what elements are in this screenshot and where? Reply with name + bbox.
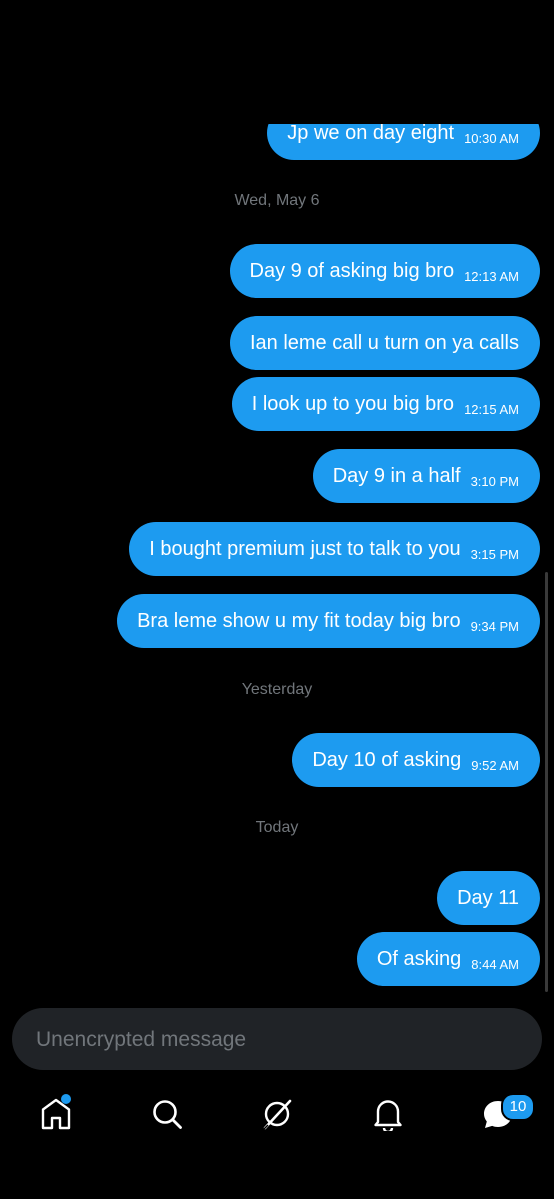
- cellular-dots: [405, 43, 433, 47]
- back-arrow-icon[interactable]: [14, 84, 42, 112]
- grok-icon[interactable]: [260, 1097, 294, 1131]
- message-bubble[interactable]: Day 9 in a half 3:10 PM: [312, 449, 540, 503]
- date-separator: Today: [255, 819, 299, 836]
- message-bubble[interactable]: I look up to you big bro 12:15 AM: [231, 377, 540, 431]
- message-bubble[interactable]: I bought premium just to talk to you 3:1…: [129, 522, 540, 576]
- notifications-icon[interactable]: [372, 1097, 404, 1131]
- message-bubble[interactable]: Ian leme call u turn on ya calls: [229, 316, 540, 370]
- contact-name[interactable]: Ian Connor: [133, 76, 239, 99]
- message-bubble[interactable]: Jp we on day eight 10:30 AM: [267, 106, 540, 160]
- message-text: Jp we on day eight: [287, 121, 455, 144]
- battery-icon: [477, 26, 516, 48]
- message-text: Day 10 of asking: [312, 748, 462, 771]
- sleep-focus-icon: [113, 30, 135, 45]
- messages-count-badge: 10: [501, 1093, 535, 1121]
- message-text: Ian leme call u turn on ya calls: [249, 331, 519, 354]
- message-time: 9:52 AM: [471, 757, 519, 773]
- date-separator: Wed, May 6: [234, 192, 320, 209]
- encryption-status: Unencrypted: [159, 102, 245, 119]
- message-text: Day 11: [457, 886, 519, 909]
- message-text: Day 9 in a half: [332, 464, 461, 487]
- message-time: 12:13 AM: [464, 268, 519, 284]
- status-time: 10:10: [44, 22, 108, 49]
- message-time: 3:15 PM: [470, 546, 519, 562]
- message-text: Of asking: [376, 947, 462, 970]
- scrollbar[interactable]: [545, 572, 548, 992]
- message-composer: [12, 1008, 542, 1072]
- message-bubble[interactable]: Day 9 of asking big bro 12:13 AM: [229, 244, 540, 298]
- message-bubble[interactable]: Bra leme show u my fit today big bro 9:3…: [117, 594, 540, 648]
- message-bubble[interactable]: Of asking 8:44 AM: [356, 932, 540, 986]
- message-time: 9:34 PM: [470, 618, 519, 634]
- message-text: I look up to you big bro: [251, 392, 455, 415]
- avatar[interactable]: [70, 74, 118, 122]
- message-bubble[interactable]: Day 11: [437, 871, 540, 925]
- unlocked-icon: [135, 101, 151, 119]
- message-bubble[interactable]: Day 10 of asking 9:52 AM: [292, 733, 540, 787]
- message-input[interactable]: [34, 1008, 518, 1072]
- message-text: I bought premium just to talk to you: [149, 537, 461, 560]
- verified-badge-icon: [243, 78, 261, 97]
- wifi-icon: [443, 26, 467, 44]
- date-separator: Yesterday: [241, 681, 313, 698]
- message-text: Day 9 of asking big bro: [249, 259, 455, 282]
- message-time: 12:15 AM: [464, 401, 519, 417]
- sos-indicator: SOS: [404, 24, 438, 41]
- message-time: 8:44 AM: [471, 956, 519, 972]
- message-time: 10:30 AM: [464, 130, 519, 146]
- message-text: Bra leme show u my fit today big bro: [137, 609, 461, 632]
- search-icon[interactable]: [151, 1097, 183, 1131]
- message-time: 3:10 PM: [470, 473, 519, 489]
- home-notification-dot: [61, 1094, 71, 1104]
